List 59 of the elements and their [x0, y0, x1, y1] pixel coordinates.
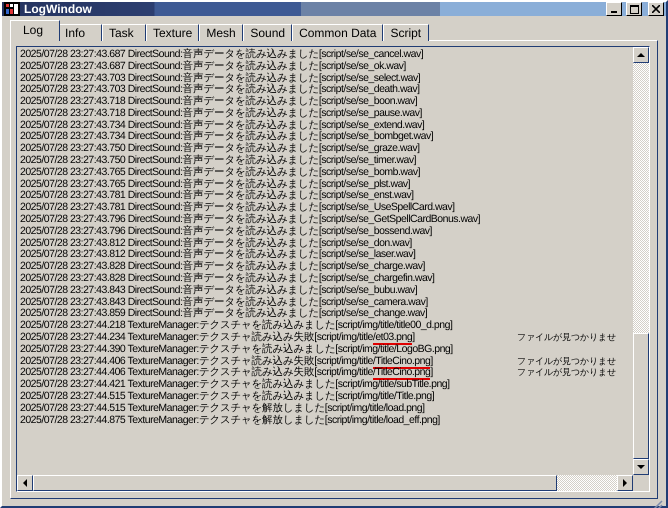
log-line: 2025/07/28 23:27:43.812 DirectSound:音声データを読み込みました[script/se/se_don.wav]: [20, 236, 413, 249]
right-arrow-icon: [622, 479, 628, 487]
left-arrow-icon: [22, 479, 28, 487]
close-icon: [652, 5, 660, 13]
minimize-button[interactable]: [606, 2, 622, 16]
scroll-down-button[interactable]: [633, 459, 649, 475]
log-line: 2025/07/28 23:27:43.750 DirectSound:音声データを読み込みました[script/se/se_graze.wav]: [20, 142, 421, 154]
log-line: 2025/07/28 23:27:43.765 DirectSound:音声データを読み込みました[script/se/se_bomb.wav]: [20, 166, 422, 178]
log-line: 2025/07/28 23:27:43.843 DirectSound:音声データを読み込みました[script/se/se_camera.wav]: [20, 296, 429, 308]
log-note: ファイルが見つかりませ: [517, 354, 616, 367]
log-line: 2025/07/28 23:27:44.406 TextureManager:テクスチャ読み込み失敗[script/img/title/TitleCino.png]: [20, 354, 433, 367]
log-line: 2025/07/28 23:27:44.234 TextureManager:テクスチャ読み込み失敗[script/img/title/et03.png]: [20, 331, 415, 344]
window-title: LogWindow: [24, 2, 93, 16]
log-line: 2025/07/28 23:27:43.718 DirectSound:音声データを読み込みました[script/se/se_boon.wav]: [20, 95, 418, 108]
log-line: 2025/07/28 23:27:44.515 TextureManager:テクスチャを解放しました[script/img/title/load.png]: [20, 402, 426, 414]
scroll-up-button[interactable]: [633, 47, 649, 63]
log-line: 2025/07/28 23:27:44.390 TextureManager:テクスチャを読み込みました[script/img/title/LogoBG.png]: [20, 342, 454, 355]
log-line: 2025/07/28 23:27:44.218 TextureManager:テクスチャを読み込みました[script/img/title/title00_d.png]: [20, 319, 454, 332]
maximize-button[interactable]: [626, 2, 642, 16]
log-line: 2025/07/28 23:27:43.781 DirectSound:音声データを読み込みました[script/se/se_enst.wav]: [20, 189, 415, 202]
log-line: 2025/07/28 23:27:43.828 DirectSound:音声データを読み込みました[script/se/se_charge.wav]: [20, 260, 426, 272]
log-line: 2025/07/28 23:27:44.421 TextureManager:テクスチャを読み込みました[script/img/title/subTitle.png]: [20, 378, 451, 390]
log-note: ファイルが見つかりませ: [517, 331, 616, 344]
tab[interactable]: Common Data: [292, 24, 384, 41]
scrollbar-thumb[interactable]: [33, 475, 557, 491]
down-arrow-icon: [637, 464, 645, 470]
up-arrow-icon: [637, 52, 645, 58]
log-line: 2025/07/28 23:27:43.750 DirectSound:音声データを読み込みました[script/se/se_timer.wav]: [20, 154, 418, 166]
tab[interactable]: Mesh: [199, 24, 244, 41]
tab[interactable]: Task: [102, 24, 146, 41]
scroll-left-button[interactable]: [17, 475, 33, 491]
log-line: 2025/07/28 23:27:43.828 DirectSound:音声データを読み込みました[script/se/se_chargefin.wav]: [20, 272, 436, 284]
log-line: 2025/07/28 23:27:43.734 DirectSound:音声データを読み込みました[script/se/se_extend.wav]: [20, 118, 426, 131]
tab[interactable]: Info: [58, 24, 102, 41]
tab[interactable]: Sound: [243, 24, 292, 41]
log-line: 2025/07/28 23:27:43.703 DirectSound:音声データを読み込みました[script/se/se_death.wav]: [20, 83, 421, 96]
log-line: 2025/07/28 23:27:44.875 TextureManager:テクスチャを解放しました[script/img/title/load_eff.png]: [20, 414, 441, 426]
log-line: 2025/07/28 23:27:44.406 TextureManager:テクスチャ読み込み失敗[script/img/title/TitleCino.png]: [20, 366, 433, 378]
log-line: 2025/07/28 23:27:43.843 DirectSound:音声データを読み込みました[script/se/se_bubu.wav]: [20, 284, 418, 296]
log-line: 2025/07/28 23:27:43.687 DirectSound:音声データを読み込みました[script/se/se_cancel.wav]: [20, 48, 424, 60]
tab[interactable]: Texture: [146, 24, 200, 41]
log-line: 2025/07/28 23:27:43.765 DirectSound:音声データを読み込みました[script/se/se_plst.wav]: [20, 178, 412, 190]
scroll-right-button[interactable]: [617, 475, 633, 491]
maximize-icon: [630, 4, 638, 14]
scrollbar-thumb[interactable]: [633, 333, 649, 459]
log-line: 2025/07/28 23:27:43.703 DirectSound:音声データを読み込みました[script/se/se_select.wav]: [20, 72, 422, 84]
close-button[interactable]: [648, 2, 664, 16]
tab[interactable]: Script: [383, 24, 430, 41]
log-line: 2025/07/28 23:27:43.796 DirectSound:音声データを読み込みました[script/se/se_GetSpellCardBonus.wav]: [20, 213, 482, 226]
log-line: 2025/07/28 23:27:44.515 TextureManager:テクスチャを読み込みました[script/img/title/Title.png]: [20, 390, 436, 402]
log-line: 2025/07/28 23:27:43.781 DirectSound:音声データを読み込みました[script/se/se_UseSpellCard.wav]: [20, 201, 456, 214]
log-line: 2025/07/28 23:27:43.718 DirectSound:音声データを読み込みました[script/se/se_pause.wav]: [20, 106, 423, 119]
tab[interactable]: Log: [10, 20, 60, 41]
log-line: 2025/07/28 23:27:43.734 DirectSound:音声データを読み込みました[script/se/se_bombget.wav]: [20, 130, 434, 142]
log-line: 2025/07/28 23:27:43.859 DirectSound:音声データを読み込みました[script/se/se_change.wav]: [20, 307, 428, 320]
log-line: 2025/07/28 23:27:43.796 DirectSound:音声データを読み込みました[script/se/se_bossend.wav]: [20, 224, 433, 237]
log-line: 2025/07/28 23:27:43.687 DirectSound:音声データを読み込みました[script/se/se_ok.wav]: [20, 60, 407, 72]
log-note: ファイルが見つかりませ: [517, 366, 616, 378]
log-line: 2025/07/28 23:27:43.812 DirectSound:音声データを読み込みました[script/se/se_laser.wav]: [20, 248, 416, 260]
